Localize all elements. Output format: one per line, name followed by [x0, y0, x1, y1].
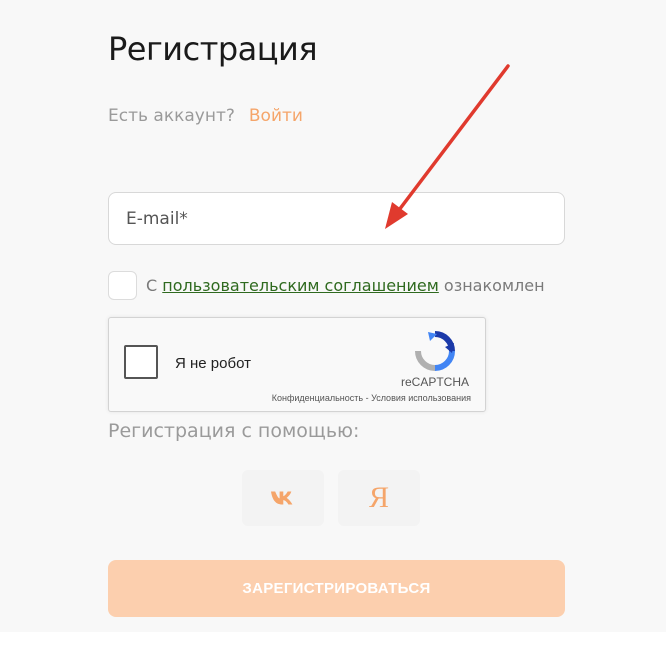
- agreement-checkbox[interactable]: [108, 271, 137, 300]
- recaptcha-widget: Я не робот reCAPTCHA Конфиденциальность …: [108, 317, 486, 412]
- recaptcha-label: Я не робот: [175, 355, 251, 372]
- registration-panel: Регистрация Есть аккаунт? Войти С пользов…: [0, 0, 666, 632]
- yandex-logo-icon: Я: [368, 481, 389, 514]
- page-title: Регистрация: [108, 30, 318, 68]
- recaptcha-terms-link[interactable]: Условия использования: [371, 393, 471, 403]
- email-input[interactable]: [108, 192, 565, 245]
- recaptcha-checkbox[interactable]: [124, 345, 158, 379]
- agreement-suffix: ознакомлен: [443, 276, 545, 295]
- login-prompt-row: Есть аккаунт? Войти: [108, 106, 303, 126]
- login-link[interactable]: Войти: [249, 106, 303, 126]
- recaptcha-privacy-link[interactable]: Конфиденциальность: [272, 393, 363, 403]
- vk-login-button[interactable]: [242, 470, 324, 526]
- recaptcha-separator: -: [365, 393, 369, 403]
- register-button[interactable]: ЗАРЕГИСТРИРОВАТЬСЯ: [108, 560, 565, 617]
- agreement-prefix: С: [146, 276, 158, 295]
- recaptcha-terms-row: Конфиденциальность - Условия использован…: [272, 393, 471, 403]
- recaptcha-brand: reCAPTCHA: [400, 375, 469, 389]
- agreement-text: С пользовательским соглашением ознакомле…: [146, 276, 545, 295]
- agreement-link[interactable]: пользовательским соглашением: [162, 276, 439, 295]
- vk-logo-icon: [271, 491, 293, 505]
- social-login-label: Регистрация с помощью:: [108, 420, 360, 442]
- login-prompt-text: Есть аккаунт?: [108, 106, 235, 126]
- yandex-login-button[interactable]: Я: [338, 470, 420, 526]
- recaptcha-logo-icon: [415, 331, 455, 371]
